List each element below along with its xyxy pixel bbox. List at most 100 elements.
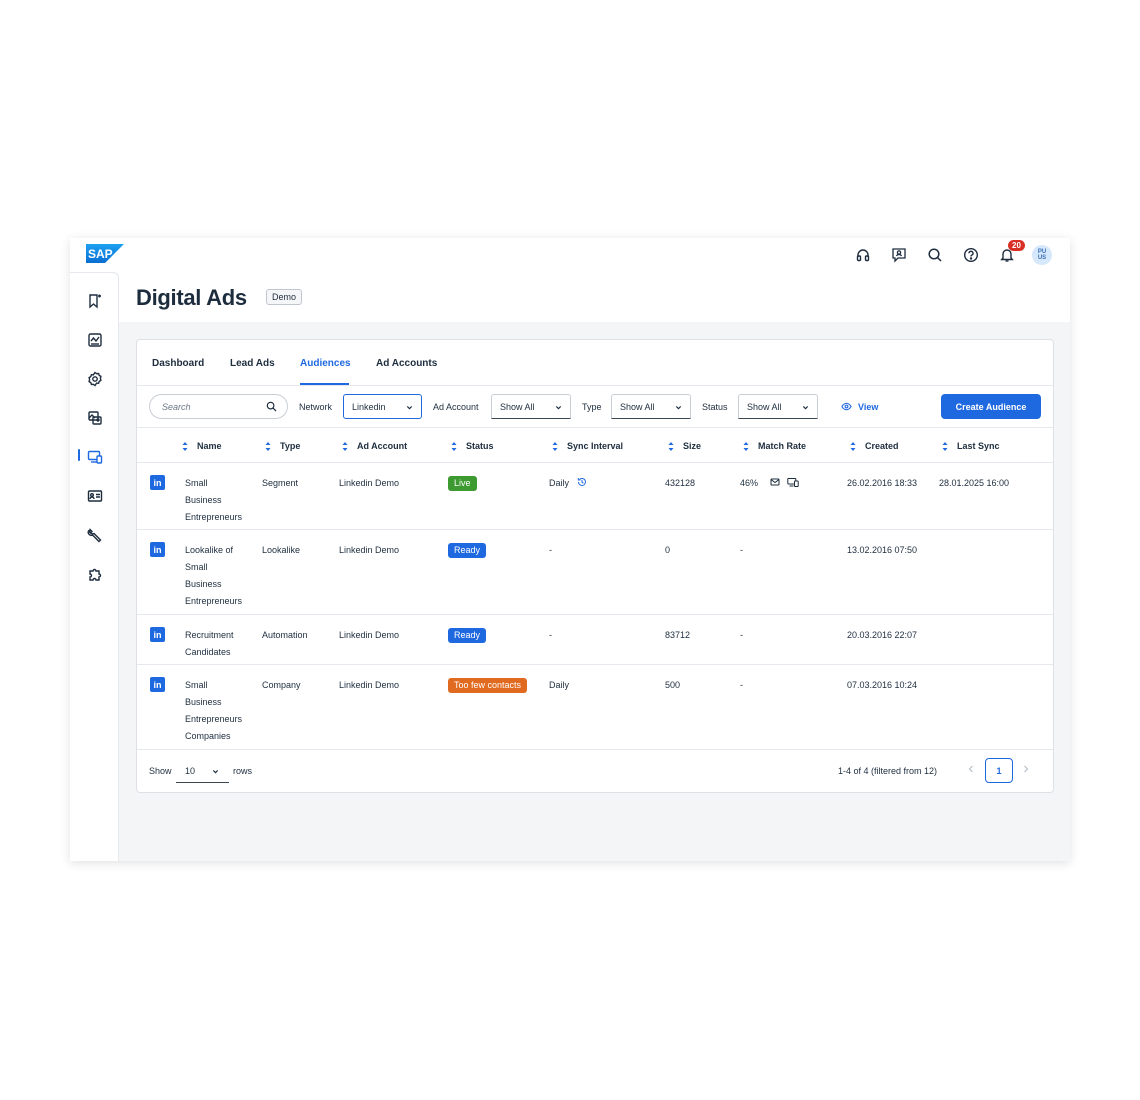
avatar-initials-bottom: US — [1037, 255, 1047, 261]
table-row[interactable]: in Small Business Entrepreneurs Companie… — [137, 665, 1053, 750]
audience-size: 0 — [665, 545, 671, 555]
status-badge: Live — [448, 476, 477, 491]
ad-account: Linkedin Demo — [339, 478, 400, 488]
feedback-icon[interactable] — [888, 244, 910, 266]
create-audience-button[interactable]: Create Audience — [941, 394, 1041, 419]
sap-logo[interactable]: SAP — [86, 244, 124, 263]
help-icon[interactable] — [960, 244, 982, 266]
column-header-size[interactable]: Size — [668, 441, 701, 451]
type-value: Show All — [620, 402, 655, 412]
analytics-icon — [88, 333, 102, 347]
history-icon[interactable] — [577, 477, 587, 487]
main-content: Dashboard Lead Ads Audiences Ad Accounts… — [119, 322, 1070, 861]
sync-interval: Daily — [549, 680, 570, 690]
images-icon — [88, 411, 102, 425]
network-select[interactable]: Linkedin — [343, 394, 422, 419]
notification-count-badge: 20 — [1008, 240, 1025, 251]
column-header-label: Name — [197, 441, 222, 451]
tab-ad-accounts[interactable]: Ad Accounts — [376, 358, 437, 369]
column-header-name[interactable]: Name — [182, 441, 222, 451]
devices-icon — [787, 478, 799, 487]
sort-icon — [743, 441, 749, 451]
sort-icon — [850, 441, 856, 451]
type-select[interactable]: Show All — [611, 394, 691, 419]
page-title: Digital Ads — [136, 285, 247, 310]
sidebar-item-tools[interactable] — [86, 526, 104, 544]
column-header-last-sync[interactable]: Last Sync — [942, 441, 1000, 451]
status-select[interactable]: Show All — [738, 394, 818, 419]
tab-audiences[interactable]: Audiences — [300, 358, 351, 369]
column-header-ad-account[interactable]: Ad Account — [342, 441, 407, 451]
rows-label: rows — [233, 766, 253, 776]
table-row[interactable]: in Small Business Entrepreneurs Segment … — [137, 463, 1053, 530]
match-rate: 46% — [740, 478, 759, 488]
sidebar-item-settings[interactable] — [86, 370, 104, 388]
table-header: Name Type Ad Account Status Sync Interva… — [137, 428, 1053, 463]
email-icon — [770, 478, 780, 486]
column-header-status[interactable]: Status — [451, 441, 494, 451]
demo-badge: Demo — [266, 289, 303, 305]
chevron-left-icon[interactable] — [966, 764, 976, 774]
sync-interval: - — [549, 545, 552, 555]
sync-interval: Daily — [549, 478, 570, 488]
sidebar-item-bookmark[interactable] — [86, 292, 104, 310]
chevron-right-icon[interactable] — [1021, 764, 1031, 774]
sidebar-item-analytics[interactable] — [86, 331, 104, 349]
column-header-match-rate[interactable]: Match Rate — [743, 441, 806, 451]
audience-name-line: Entrepreneurs — [185, 512, 243, 522]
sort-icon — [182, 441, 188, 451]
sidebar-item-devices[interactable] — [86, 448, 104, 466]
column-header-label: Size — [683, 441, 702, 451]
column-header-label: Last Sync — [957, 441, 1000, 451]
contact-card-icon — [87, 490, 103, 502]
rows-per-page-value: 10 — [185, 766, 196, 776]
type-label: Type — [582, 402, 602, 412]
eye-icon — [841, 402, 852, 411]
show-label: Show — [149, 766, 172, 776]
top-icon-group: 20 PU US — [852, 240, 1052, 266]
sidebar-item-extensions[interactable] — [86, 565, 104, 583]
audience-size: 500 — [665, 680, 681, 690]
ad-account: Linkedin Demo — [339, 680, 400, 690]
linkedin-icon: in — [150, 627, 165, 642]
audience-size: 432128 — [665, 478, 696, 488]
audience-type: Lookalike — [262, 545, 301, 555]
column-header-label: Ad Account — [357, 441, 408, 451]
devices-icon — [87, 450, 103, 464]
search-input[interactable]: Search — [149, 394, 288, 419]
settings-icon — [88, 371, 102, 387]
table-row[interactable]: in Recruitment Candidates Automation Lin… — [137, 615, 1053, 665]
audience-name-line: Lookalike of — [185, 545, 234, 555]
column-header-type[interactable]: Type — [265, 441, 300, 451]
sidebar-item-contacts[interactable] — [86, 487, 104, 505]
chevron-down-icon — [212, 770, 219, 774]
sidebar-item-images[interactable] — [86, 409, 104, 427]
rows-per-page-select[interactable]: 10 — [176, 760, 229, 783]
view-button[interactable]: View — [841, 401, 878, 412]
ad-account-select[interactable]: Show All — [491, 394, 571, 419]
tab-lead-ads[interactable]: Lead Ads — [230, 358, 275, 369]
audiences-card: Dashboard Lead Ads Audiences Ad Accounts… — [136, 339, 1054, 793]
search-icon[interactable] — [924, 244, 946, 266]
column-header-sync-interval[interactable]: Sync Interval — [552, 441, 623, 451]
search-placeholder: Search — [162, 402, 191, 412]
ad-account-value: Show All — [500, 402, 535, 412]
tools-icon — [87, 528, 102, 543]
avatar[interactable]: PU US — [1032, 245, 1052, 265]
table-row[interactable]: in Lookalike of Small Business Entrepren… — [137, 530, 1053, 615]
bookmark-icon — [89, 294, 101, 309]
status-badge: Ready — [448, 543, 487, 558]
filter-bar: Search Network Linkedin Ad Account Show … — [137, 386, 1053, 428]
audience-type: Segment — [262, 478, 299, 488]
tab-dashboard[interactable]: Dashboard — [152, 358, 204, 369]
headset-icon[interactable] — [852, 244, 874, 266]
top-bar: SAP 20 PU US — [70, 238, 1070, 272]
column-header-label: Type — [280, 441, 301, 451]
active-tab-underline — [300, 383, 349, 385]
audience-name-line: Small — [185, 680, 208, 690]
column-header-created[interactable]: Created — [850, 441, 899, 451]
created-date: 20.03.2016 22:07 — [847, 630, 918, 640]
bell-icon[interactable]: 20 — [996, 240, 1025, 266]
created-date: 13.02.2016 07:50 — [847, 545, 918, 555]
page-button-current[interactable]: 1 — [985, 758, 1013, 783]
